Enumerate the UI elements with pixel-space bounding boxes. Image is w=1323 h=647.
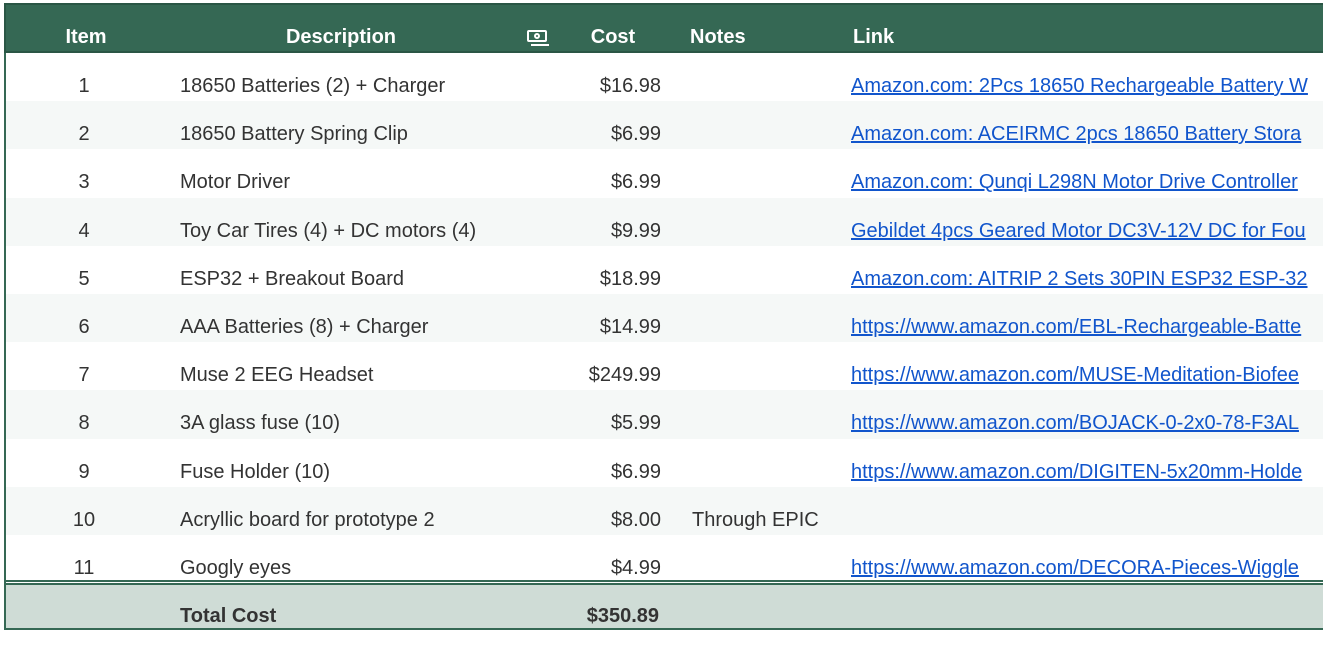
cell-item: 9 — [78, 460, 90, 483]
cell-item: 1 — [78, 75, 90, 97]
table-row: 6 AAA Batteries (8) + Charger $14.99 https:… — [6, 293, 1323, 343]
cell-notes[interactable]: Through EPIC — [692, 487, 852, 535]
cell-description[interactable]: ESP32 + Breakout Board — [180, 246, 560, 294]
table-header: Item Description Cost Notes Link — [4, 3, 1323, 53]
cell-item: 11 — [73, 556, 95, 579]
cell-description[interactable]: Fuse Holder (10) — [180, 439, 560, 487]
cell-cost[interactable]: $6.99 — [551, 149, 661, 197]
cell-item: 2 — [78, 123, 90, 146]
cell-item: 7 — [78, 364, 90, 387]
total-row: Total Cost $350.89 — [4, 583, 1323, 630]
header-description[interactable]: Description — [166, 5, 516, 55]
cell-link[interactable]: Amazon.com: Qunqi L298N Motor Drive Cont… — [851, 149, 1323, 197]
header-link[interactable]: Link — [853, 5, 1323, 55]
total-label: Total Cost — [180, 605, 277, 627]
cell-item: 5 — [78, 267, 90, 290]
table-body: 1 18650 Batteries (2) + Charger $16.98 Amaz… — [4, 53, 1323, 584]
cell-item: 10 — [72, 508, 96, 531]
cell-cost[interactable]: $8.00 — [551, 487, 661, 535]
table-row: 8 3A glass fuse (10) $5.99 https://www.amaz… — [6, 390, 1323, 439]
cell-cost[interactable]: $5.99 — [551, 390, 661, 438]
cell-cost[interactable]: $6.99 — [551, 439, 661, 487]
cell-link[interactable]: https://www.amazon.com/EBL-Rechargeable-… — [851, 294, 1323, 342]
cell-notes[interactable] — [692, 439, 852, 487]
cell-notes[interactable] — [692, 535, 852, 583]
cell-link[interactable]: Amazon.com: AITRIP 2 Sets 30PIN ESP32 ES… — [851, 246, 1323, 294]
cell-description[interactable]: AAA Batteries (8) + Charger — [180, 294, 560, 342]
cell-link[interactable]: https://www.amazon.com/DECORA-Pieces-Wig… — [851, 535, 1323, 583]
cell-description[interactable]: Toy Car Tires (4) + DC motors (4) — [180, 198, 560, 246]
cell-link[interactable]: Amazon.com: ACEIRMC 2pcs 18650 Battery S… — [851, 101, 1323, 149]
cell-link[interactable] — [851, 487, 1323, 535]
money-icon[interactable] — [527, 30, 551, 46]
cell-cost[interactable]: $16.98 — [551, 53, 661, 101]
cell-item: 4 — [78, 219, 90, 242]
cell-link[interactable]: Amazon.com: 2Pcs 18650 Rechargeable Batt… — [851, 53, 1323, 101]
header-item[interactable]: Item — [6, 5, 166, 55]
cell-cost[interactable]: $249.99 — [551, 342, 661, 390]
cell-cost[interactable]: $18.99 — [551, 246, 661, 294]
cell-cost[interactable]: $14.99 — [551, 294, 661, 342]
header-notes[interactable]: Notes — [690, 5, 850, 55]
table-row: 7 Muse 2 EEG Headset $249.99 https://www.am… — [6, 342, 1323, 390]
divider — [4, 580, 1323, 582]
cell-item: 3 — [78, 171, 90, 194]
table-row: 2 18650 Battery Spring Clip $6.99 Amazon.co… — [6, 101, 1323, 150]
cell-notes[interactable] — [692, 53, 852, 101]
table-row: 9 Fuse Holder (10) $6.99 https://www.amazon… — [6, 439, 1323, 487]
cell-description[interactable]: Muse 2 EEG Headset — [180, 342, 560, 390]
cell-cost[interactable]: $9.99 — [551, 198, 661, 246]
cell-cost[interactable]: $6.99 — [551, 101, 661, 149]
cell-notes[interactable] — [692, 198, 852, 246]
cell-link[interactable]: https://www.amazon.com/MUSE-Meditation-B… — [851, 342, 1323, 390]
cell-description[interactable]: Acryllic board for prototype 2 — [180, 487, 560, 535]
cell-link[interactable]: https://www.amazon.com/BOJACK-0-2x0-78-F… — [851, 390, 1323, 438]
table-row: 1 18650 Batteries (2) + Charger $16.98 Amaz… — [6, 53, 1323, 101]
cell-notes[interactable] — [692, 390, 852, 438]
cell-description[interactable]: Googly eyes — [180, 535, 560, 583]
cell-link[interactable]: https://www.amazon.com/DIGITEN-5x20mm-Ho… — [851, 439, 1323, 487]
cell-notes[interactable] — [692, 149, 852, 197]
cell-notes[interactable] — [692, 342, 852, 390]
cell-item: 6 — [78, 315, 90, 338]
table-row: 3 Motor Driver $6.99 Amazon.com: Qunqi L298… — [6, 149, 1323, 197]
spreadsheet-table: Item Description Cost Notes Link 1 18650 … — [4, 3, 1323, 630]
cell-description[interactable]: 18650 Batteries (2) + Charger — [180, 53, 560, 101]
header-cost[interactable]: Cost — [563, 5, 663, 55]
cell-notes[interactable] — [692, 101, 852, 149]
table-row: 11 Googly eyes $4.99 https://www.amazon.com… — [6, 535, 1323, 583]
cell-notes[interactable] — [692, 246, 852, 294]
cell-link[interactable]: Gebildet 4pcs Geared Motor DC3V-12V DC f… — [851, 198, 1323, 246]
cell-description[interactable]: Motor Driver — [180, 149, 560, 197]
table-row: 4 Toy Car Tires (4) + DC motors (4) $9.99 G… — [6, 197, 1323, 246]
cell-notes[interactable] — [692, 294, 852, 342]
table-row: 10 Acryllic board for prototype 2 $8.00 Thr… — [6, 486, 1323, 535]
cell-item: 8 — [78, 412, 90, 435]
cell-description[interactable]: 18650 Battery Spring Clip — [180, 101, 560, 149]
cell-description[interactable]: 3A glass fuse (10) — [180, 390, 560, 438]
table-row: 5 ESP32 + Breakout Board $18.99 Amazon.com:… — [6, 246, 1323, 294]
total-value: $350.89 — [586, 605, 659, 627]
cell-cost[interactable]: $4.99 — [551, 535, 661, 583]
